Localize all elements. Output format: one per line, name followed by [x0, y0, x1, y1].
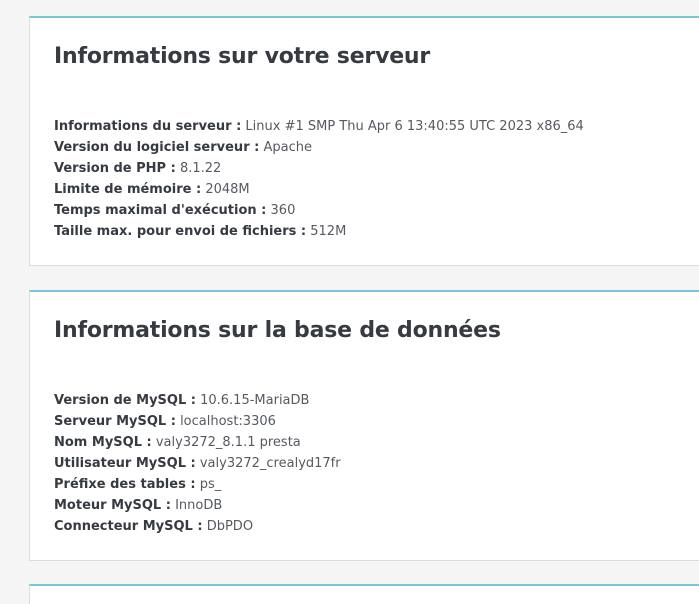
info-value: localhost:3306 — [180, 414, 276, 429]
database-info-panel: Informations sur la base de données Vers… — [29, 290, 699, 561]
info-value: Linux #1 SMP Thu Apr 6 13:40:55 UTC 2023… — [245, 119, 584, 134]
server-info-list: Informations du serveur : Linux #1 SMP T… — [54, 116, 584, 242]
info-label: Temps maximal d'exécution : — [54, 203, 267, 218]
info-value: ps_ — [199, 477, 222, 492]
info-value: 2048M — [205, 182, 250, 197]
info-label: Serveur MySQL : — [54, 414, 176, 429]
database-info-row: Nom MySQL : valy3272_8.1.1 presta — [54, 432, 341, 453]
database-info-row: Préfixe des tables : ps_ — [54, 474, 341, 495]
database-info-row: Version de MySQL : 10.6.15-MariaDB — [54, 390, 341, 411]
info-label: Version du logiciel serveur : — [54, 140, 260, 155]
info-value: valy3272_crealyd17fr — [199, 456, 341, 471]
database-info-row: Moteur MySQL : InnoDB — [54, 495, 341, 516]
info-label: Version de PHP : — [54, 161, 176, 176]
server-info-title: Informations sur votre serveur — [54, 44, 431, 69]
server-info-row: Version de PHP : 8.1.22 — [54, 158, 584, 179]
server-info-row: Version du logiciel serveur : Apache — [54, 137, 584, 158]
info-value: InnoDB — [175, 498, 223, 513]
info-value: DbPDO — [206, 519, 254, 534]
server-info-row: Informations du serveur : Linux #1 SMP T… — [54, 116, 584, 137]
info-label: Taille max. pour envoi de fichiers : — [54, 224, 307, 239]
server-info-panel: Informations sur votre serveur Informati… — [29, 16, 699, 266]
info-value: valy3272_8.1.1 presta — [155, 435, 301, 450]
next-panel-edge — [29, 584, 699, 604]
database-info-row: Utilisateur MySQL : valy3272_crealyd17fr — [54, 453, 341, 474]
info-label: Nom MySQL : — [54, 435, 152, 450]
info-value: 512M — [310, 224, 347, 239]
database-info-row: Serveur MySQL : localhost:3306 — [54, 411, 341, 432]
database-info-row: Connecteur MySQL : DbPDO — [54, 516, 341, 537]
info-value: Apache — [263, 140, 312, 155]
database-info-list: Version de MySQL : 10.6.15-MariaDB Serve… — [54, 390, 341, 537]
server-info-row: Taille max. pour envoi de fichiers : 512… — [54, 221, 584, 242]
info-value: 10.6.15-MariaDB — [200, 393, 310, 408]
info-value: 360 — [270, 203, 296, 218]
info-value: 8.1.22 — [179, 161, 222, 176]
info-label: Informations du serveur : — [54, 119, 242, 134]
server-info-row: Temps maximal d'exécution : 360 — [54, 200, 584, 221]
info-label: Moteur MySQL : — [54, 498, 171, 513]
info-label: Utilisateur MySQL : — [54, 456, 196, 471]
server-info-row: Limite de mémoire : 2048M — [54, 179, 584, 200]
info-label: Connecteur MySQL : — [54, 519, 203, 534]
info-label: Limite de mémoire : — [54, 182, 202, 197]
info-label: Version de MySQL : — [54, 393, 196, 408]
info-label: Préfixe des tables : — [54, 477, 196, 492]
database-info-title: Informations sur la base de données — [54, 318, 501, 343]
